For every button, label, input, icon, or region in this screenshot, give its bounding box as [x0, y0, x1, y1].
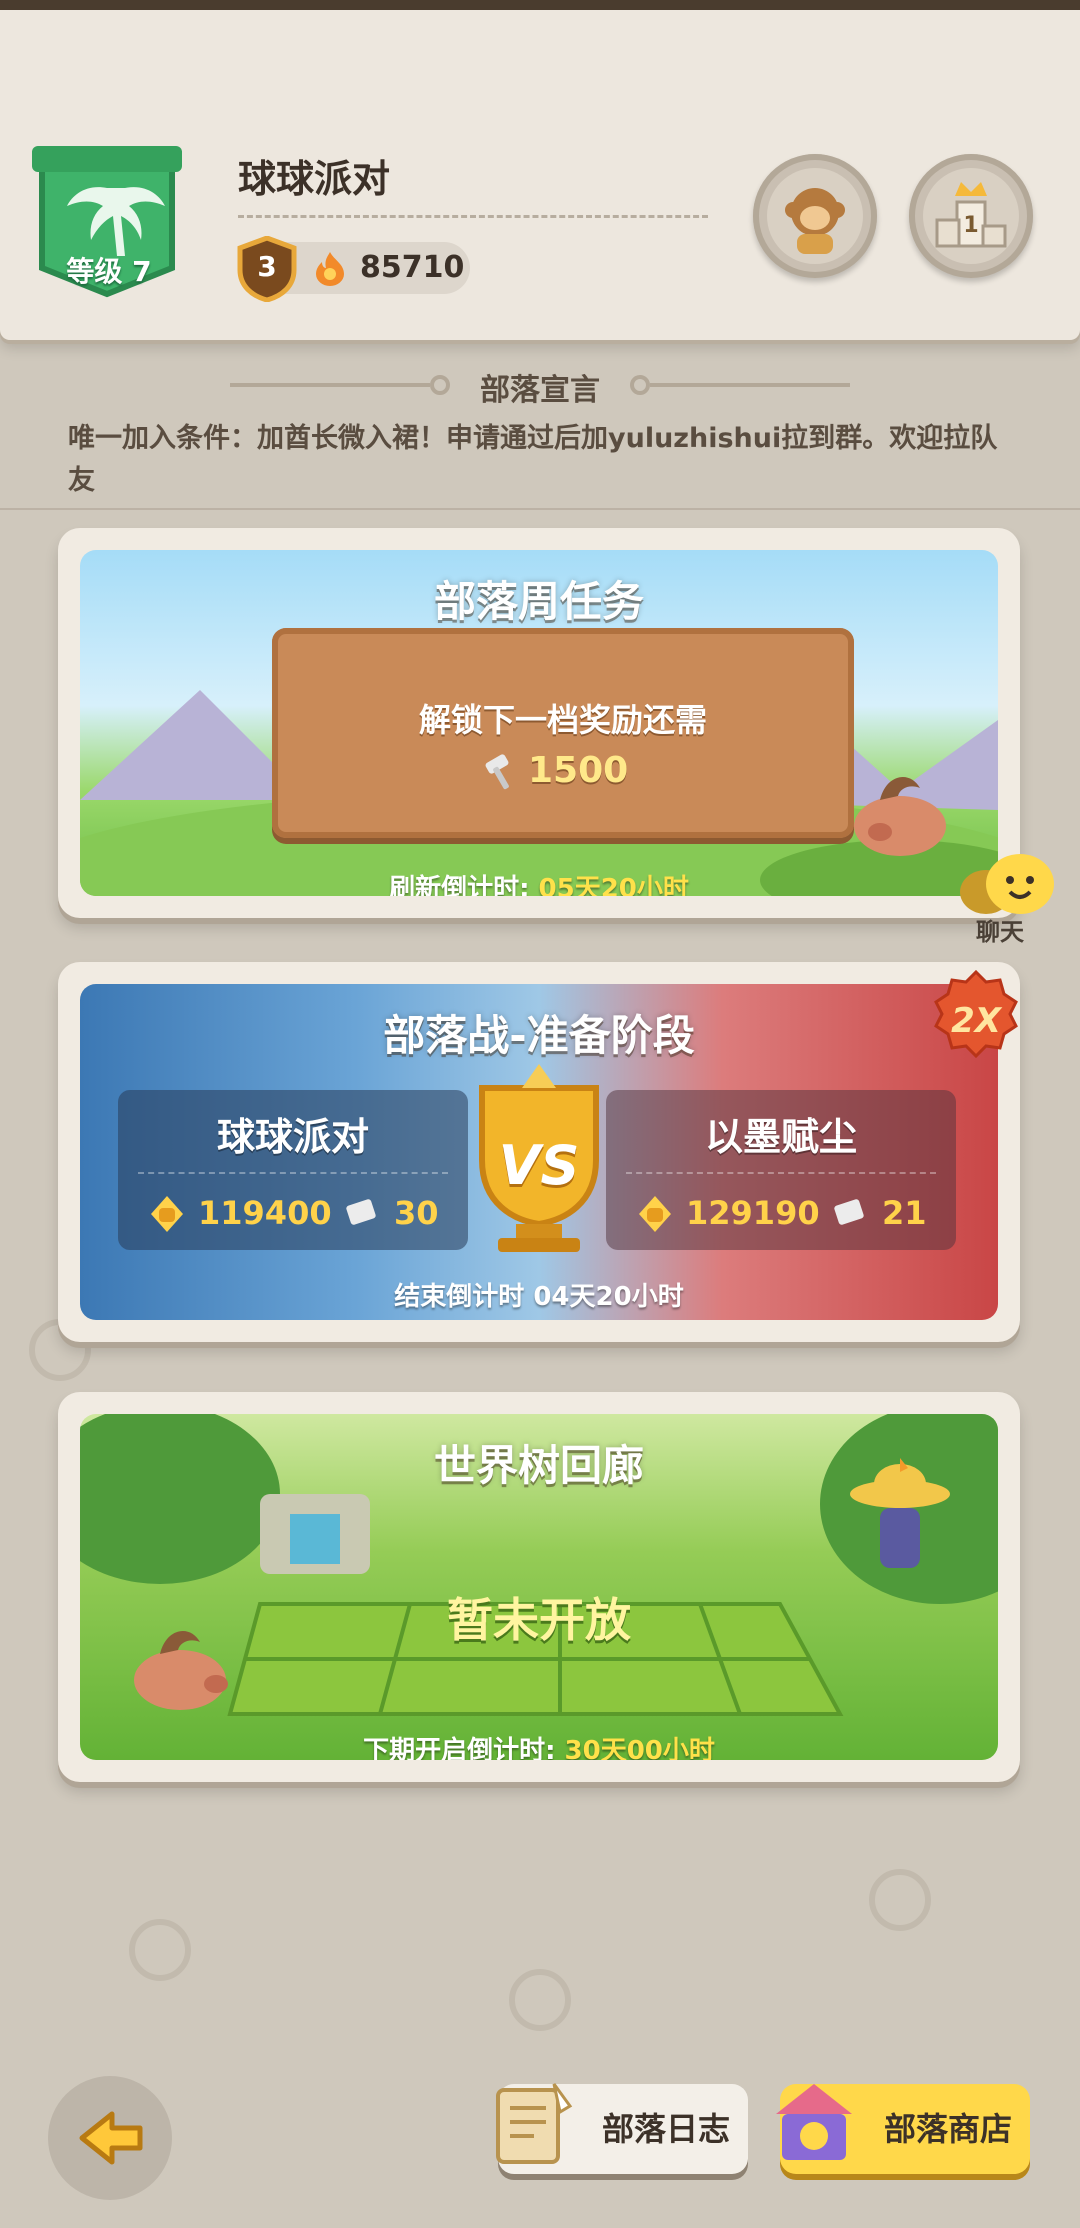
fist-power-icon [151, 1196, 183, 1232]
fist-power-icon [639, 1196, 671, 1232]
team-left-flags: 30 [394, 1194, 439, 1232]
name-divider [238, 215, 708, 218]
tribe-score: 85710 [360, 250, 465, 285]
tribe-shop-button[interactable]: 部落商店 [776, 2084, 1030, 2174]
world-tree-card[interactable]: 世界树回廊 暂未开放 下期开启倒计时: 30天00小时 [58, 1392, 1020, 1782]
tribe-log-button[interactable]: 部落日志 [496, 2083, 748, 2174]
refresh-label: 刷新倒计时: [389, 874, 539, 896]
shop-icon [776, 2084, 852, 2160]
top-bar [0, 0, 1080, 10]
ranking-button[interactable]: 1 [909, 154, 1033, 278]
tribe-log-label: 部落日志 [601, 2110, 730, 2148]
declaration-title: 部落宣言 [480, 373, 600, 408]
back-arrow-icon [79, 2111, 143, 2165]
team-right-power: 129190 [686, 1194, 820, 1232]
level-label: 等级 7 [66, 255, 152, 288]
tribe-header: 等级 7 球球派对 3 85710 1 [0, 0, 1080, 340]
podium-icon: 1 [935, 182, 1007, 248]
world-tree-scene: 世界树回廊 暂未开放 下期开启倒计时: 30天00小时 [80, 1414, 998, 1760]
declaration-text: 唯一加入条件：加酋长微入裙！申请通过后加yuluzhishui拉到群。欢迎拉队友 [68, 423, 998, 496]
next-open-label: 下期开启倒计时: [363, 1736, 565, 1760]
boar-icon [854, 776, 946, 856]
unlock-amount: 1500 [528, 750, 629, 791]
tribe-name: 球球派对 [238, 157, 391, 201]
tribe-shop-label: 部落商店 [883, 2110, 1012, 2148]
monkey-icon [785, 188, 845, 254]
chief-avatar-frame [767, 168, 863, 264]
team-left-power: 119400 [198, 1194, 332, 1232]
team-right-name: 以墨赋尘 [704, 1115, 857, 1159]
scroll-icon [496, 2083, 573, 2164]
team-left-divider [138, 1172, 448, 1174]
flame-icon [316, 252, 344, 286]
weekly-refresh-countdown: 刷新倒计时: 05天20小时 [80, 868, 998, 896]
weekly-task-title: 部落周任务 [433, 577, 644, 626]
ranking-frame: 1 [923, 168, 1019, 264]
team-right-flags: 21 [882, 1194, 927, 1232]
war-flag-icon [834, 1199, 864, 1225]
war-end-countdown: 结束倒计时 04天20小时 [394, 1282, 684, 1312]
tribe-war-card[interactable]: 部落战-准备阶段 球球派对 119400 30 VS 以墨赋尘 129190 2… [58, 962, 1020, 1342]
chat-label: 聊天 [976, 918, 1024, 946]
hammer-icon [485, 754, 509, 790]
declaration-divider [0, 508, 1080, 510]
team-right-divider [626, 1172, 936, 1174]
double-bonus-badge-icon: 2X [934, 969, 1018, 1059]
refresh-value: 05天20小时 [538, 874, 689, 896]
war-flag-icon [346, 1199, 376, 1225]
farmer-icon [850, 1458, 950, 1568]
team-right-panel: 以墨赋尘 129190 21 [606, 1090, 956, 1250]
rank-number: 3 [257, 250, 277, 283]
declaration-decoration-right [630, 375, 850, 395]
team-left-name: 球球派对 [216, 1115, 369, 1159]
bonus-text: 2X [951, 1001, 1003, 1041]
svg-text:1: 1 [963, 213, 978, 238]
tribe-war-scene: 部落战-准备阶段 球球派对 119400 30 VS 以墨赋尘 129190 2… [80, 984, 998, 1320]
boar-icon [134, 1630, 228, 1710]
chief-button[interactable] [753, 154, 877, 278]
team-left-panel: 球球派对 119400 30 [118, 1090, 468, 1250]
back-button[interactable] [48, 2076, 172, 2200]
next-open-countdown: 下期开启倒计时: 30天00小时 [80, 1730, 998, 1760]
tribe-war-title: 部落战-准备阶段 [383, 1011, 695, 1060]
unlock-text: 解锁下一档奖励还需 [418, 701, 707, 739]
next-open-value: 30天00小时 [564, 1736, 715, 1760]
vs-text: VS [498, 1134, 580, 1197]
